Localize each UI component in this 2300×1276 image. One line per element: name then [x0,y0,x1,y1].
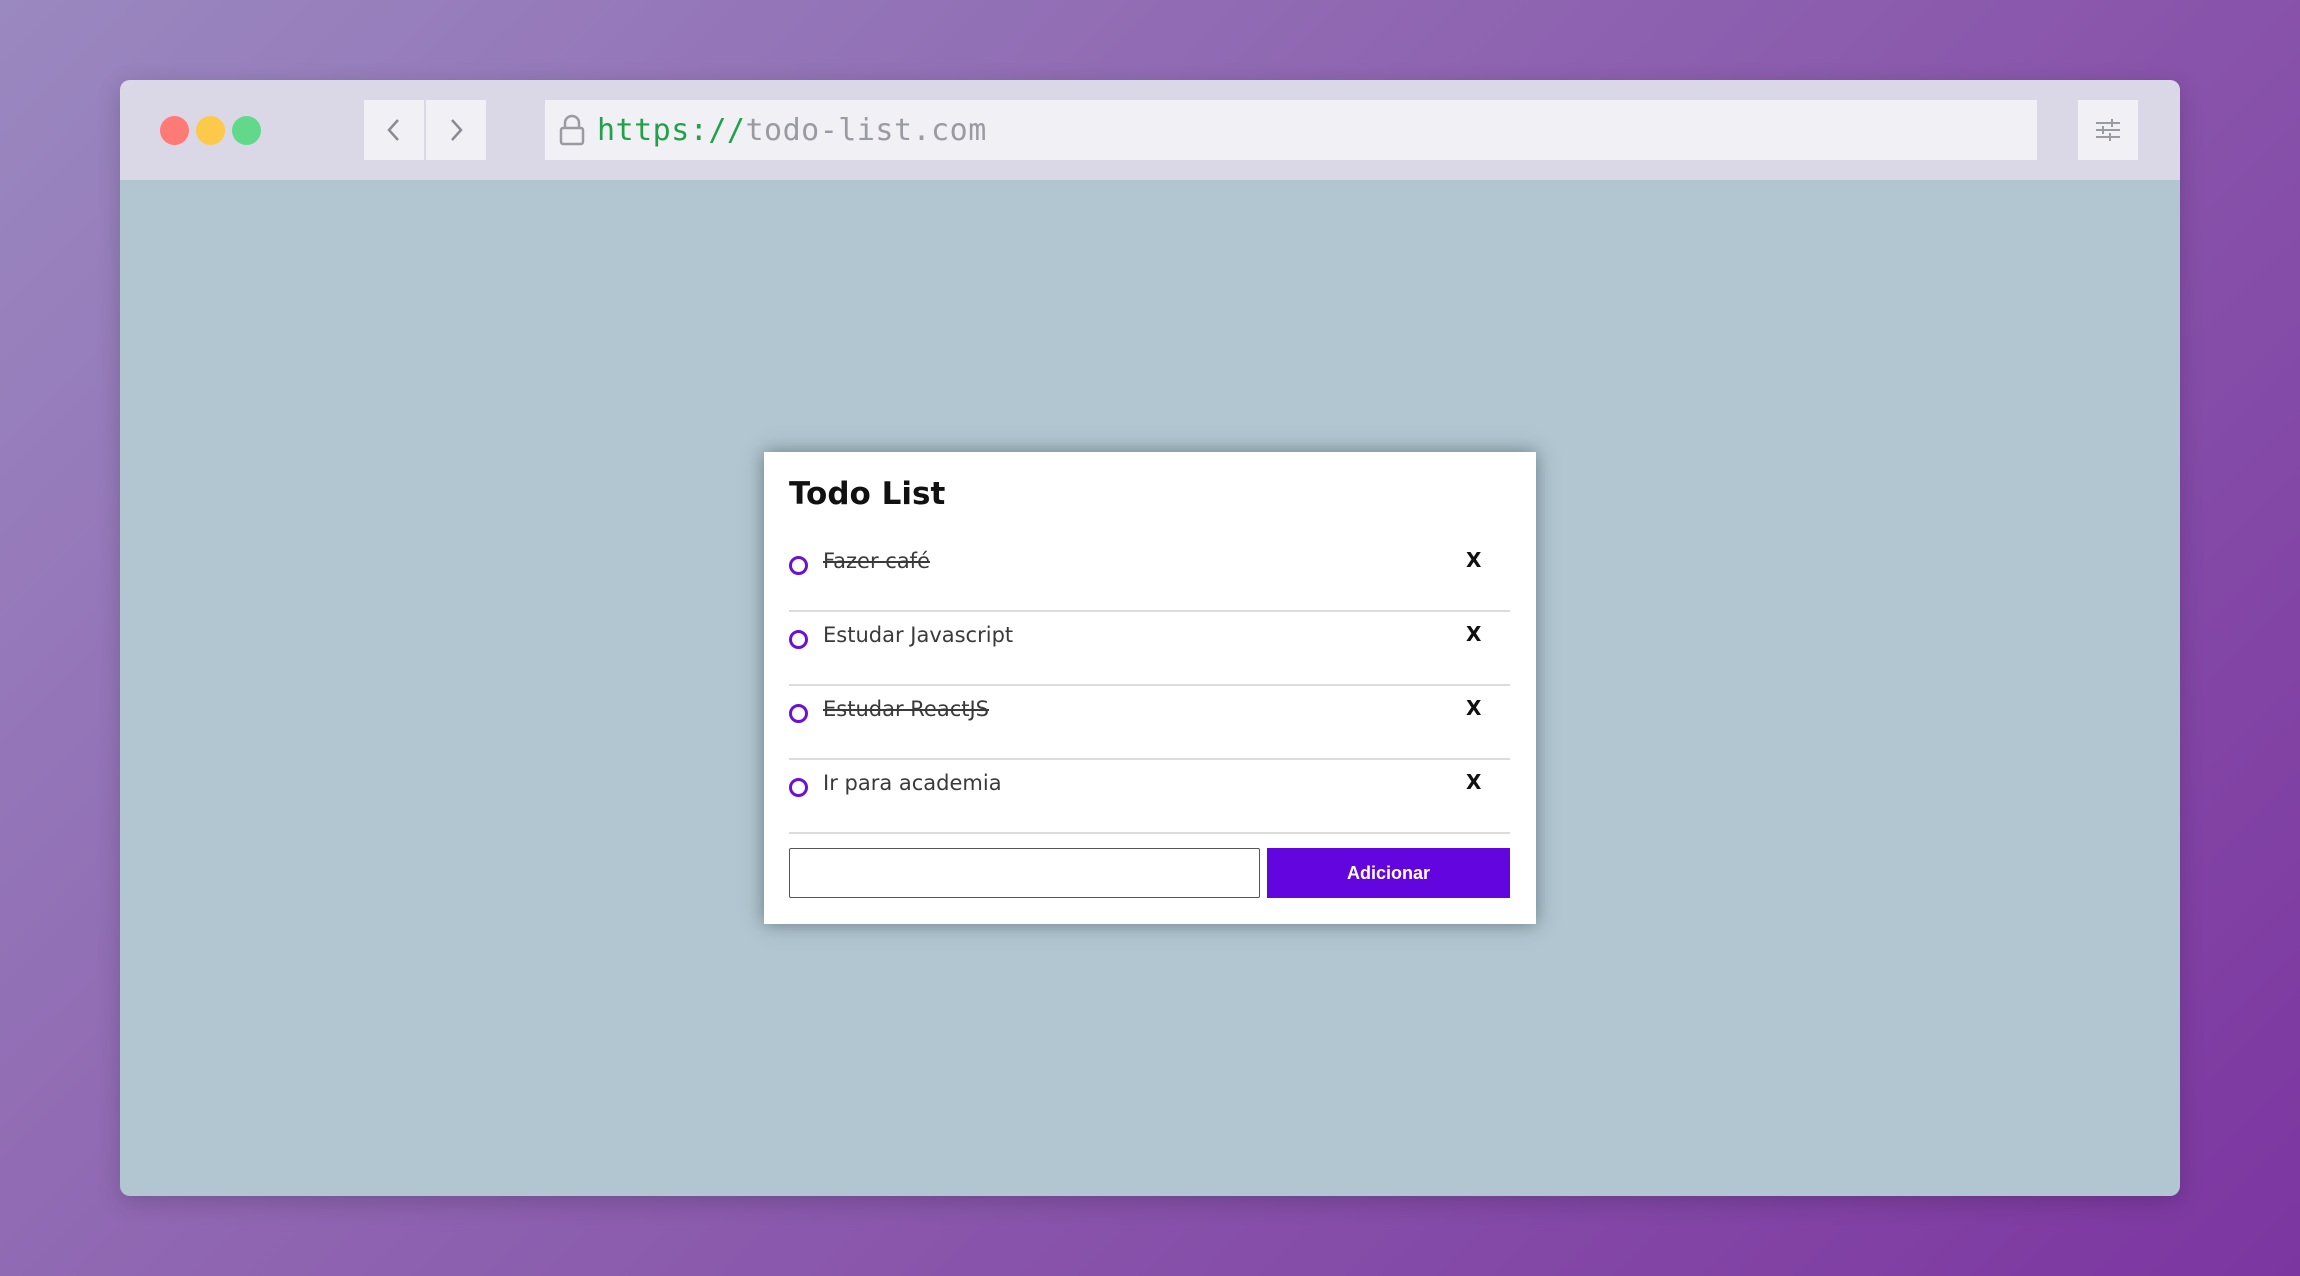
window-close-button[interactable] [160,116,189,145]
todo-label[interactable]: Fazer café [823,549,930,573]
window-minimize-button[interactable] [196,116,225,145]
todo-label[interactable]: Estudar ReactJS [823,697,989,721]
url-text: https://todo-list.com [597,113,987,148]
todo-checkbox[interactable] [789,630,808,649]
delete-todo-button[interactable]: X [1466,696,1481,720]
browser-settings-button[interactable] [2078,100,2138,160]
window-maximize-button[interactable] [232,116,261,145]
lock-icon [559,114,585,146]
todo-label[interactable]: Ir para academia [823,771,1002,795]
chevron-left-icon [387,119,399,141]
todo-checkbox[interactable] [789,778,808,797]
delete-todo-button[interactable]: X [1466,622,1481,646]
todo-item: Estudar Javascript X [789,612,1510,686]
delete-todo-button[interactable]: X [1466,770,1481,794]
url-scheme: https:// [597,112,746,148]
back-button[interactable] [364,100,424,160]
todo-label[interactable]: Estudar Javascript [823,623,1013,647]
browser-toolbar: https://todo-list.com [120,80,2180,180]
forward-button[interactable] [426,100,486,160]
todo-list: Fazer café X Estudar Javascript X Estuda… [789,538,1510,834]
chevron-right-icon [451,119,463,141]
delete-todo-button[interactable]: X [1466,548,1481,572]
todo-card: Todo List Fazer café X Estudar Javascrip… [764,452,1536,924]
todo-item: Fazer café X [789,538,1510,612]
new-todo-input[interactable] [789,848,1260,898]
todo-checkbox[interactable] [789,704,808,723]
todo-checkbox[interactable] [789,556,808,575]
todo-item: Ir para academia X [789,760,1510,834]
add-todo-button[interactable]: Adicionar [1267,848,1510,898]
page-title: Todo List [789,476,946,512]
todo-item: Estudar ReactJS X [789,686,1510,760]
address-bar[interactable]: https://todo-list.com [545,100,2037,160]
sliders-icon [2096,119,2120,141]
url-host: todo-list.com [745,112,987,148]
browser-window: https://todo-list.com Todo List Fazer ca… [120,80,2180,1196]
